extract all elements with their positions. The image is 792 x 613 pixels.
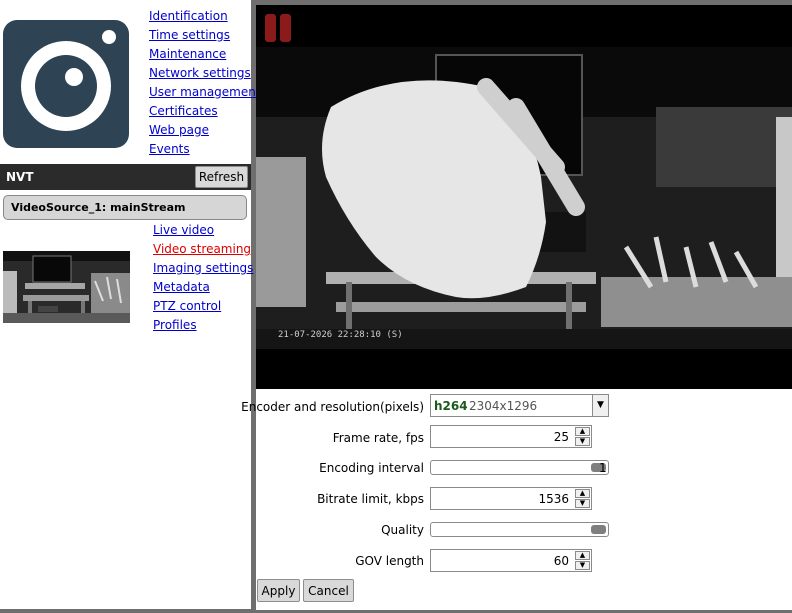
device-title: NVT: [6, 170, 34, 184]
video-source-selector[interactable]: VideoSource_1: mainStream: [3, 195, 247, 220]
gov-length-stepper[interactable]: ▲ ▼: [575, 551, 590, 570]
chevron-down-icon[interactable]: ▼: [592, 395, 608, 416]
nav-maintenance-link[interactable]: Maintenance: [149, 47, 226, 61]
stepper-up-icon[interactable]: ▲: [575, 551, 590, 560]
stepper-up-icon[interactable]: ▲: [575, 427, 590, 436]
device-header-bar: NVT Refresh: [0, 164, 251, 190]
framerate-value: 25: [553, 430, 569, 444]
video-streaming-link[interactable]: Video streaming: [153, 242, 251, 256]
ptz-control-link[interactable]: PTZ control: [153, 299, 221, 313]
encoding-interval-label: Encoding interval: [319, 461, 424, 475]
gov-length-label: GOV length: [355, 554, 424, 568]
gov-length-value: 60: [553, 554, 569, 568]
stepper-down-icon[interactable]: ▼: [575, 499, 590, 508]
nav-user-management-link[interactable]: User management: [149, 85, 261, 99]
encoder-resolution-select[interactable]: h264 2304x1296 ▼: [430, 394, 609, 417]
nav-time-settings-link[interactable]: Time settings: [149, 28, 230, 42]
quality-label: Quality: [381, 523, 424, 537]
encoder-value: h264: [434, 399, 468, 413]
encoding-interval-slider[interactable]: [430, 460, 609, 475]
imaging-settings-link[interactable]: Imaging settings: [153, 261, 253, 275]
bitrate-value: 1536: [538, 492, 569, 506]
live-video-link[interactable]: Live video: [153, 223, 214, 237]
nav-web-page-link[interactable]: Web page: [149, 123, 209, 137]
nav-events-link[interactable]: Events: [149, 142, 190, 156]
left-panel: Identification Time settings Maintenance…: [0, 0, 261, 609]
nav-network-settings-link[interactable]: Network settings: [149, 66, 251, 80]
video-thumbnail[interactable]: [3, 251, 130, 323]
gov-length-input[interactable]: 60 ▲ ▼: [430, 549, 592, 572]
framerate-stepper[interactable]: ▲ ▼: [575, 427, 590, 446]
video-bottom-band: [256, 349, 792, 389]
bitrate-stepper[interactable]: ▲ ▼: [575, 489, 590, 508]
profiles-link[interactable]: Profiles: [153, 318, 197, 332]
pause-icon[interactable]: [265, 14, 291, 42]
main-panel: 21-07-2026 22:28:10 (S) Encoder and reso…: [241, 5, 792, 610]
metadata-link[interactable]: Metadata: [153, 280, 210, 294]
bitrate-label: Bitrate limit, kbps: [317, 492, 424, 506]
cancel-button[interactable]: Cancel: [303, 579, 354, 602]
video-stream: 21-07-2026 22:28:10 (S): [256, 47, 792, 349]
refresh-button[interactable]: Refresh: [195, 166, 248, 188]
stepper-down-icon[interactable]: ▼: [575, 437, 590, 446]
source-menu: Live video Video streaming Imaging setti…: [153, 222, 253, 336]
stepper-down-icon[interactable]: ▼: [575, 561, 590, 570]
quality-slider[interactable]: [430, 522, 609, 537]
video-top-band: [256, 5, 792, 47]
encoder-label: Encoder and resolution(pixels): [241, 400, 424, 414]
video-timestamp: 21-07-2026 22:28:10 (S): [278, 330, 403, 340]
encoding-interval-value: 1: [599, 461, 607, 475]
bitrate-input[interactable]: 1536 ▲ ▼: [430, 487, 592, 510]
nav-identification-link[interactable]: Identification: [149, 9, 228, 23]
nav-certificates-link[interactable]: Certificates: [149, 104, 218, 118]
camera-logo-icon: [3, 20, 129, 148]
resolution-value: 2304x1296: [469, 399, 538, 413]
apply-button[interactable]: Apply: [257, 579, 300, 602]
framerate-label: Frame rate, fps: [332, 431, 424, 445]
stepper-up-icon[interactable]: ▲: [575, 489, 590, 498]
main-nav: Identification Time settings Maintenance…: [149, 8, 261, 160]
slider-thumb[interactable]: [591, 525, 606, 534]
framerate-input[interactable]: 25 ▲ ▼: [430, 425, 592, 448]
